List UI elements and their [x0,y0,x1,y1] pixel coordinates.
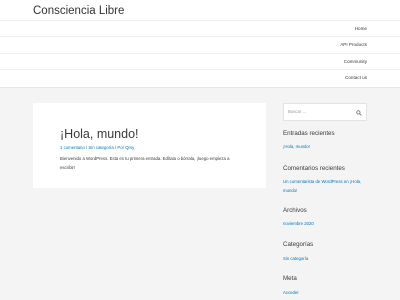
nav-community[interactable]: Community [344,59,367,64]
nav-home[interactable]: Home [355,26,367,31]
meta-login-link[interactable]: Acceder [283,289,299,298]
nav-divider [0,69,400,70]
post-article: ¡Hola, mundo! 1 comentario / Sin categor… [33,103,266,188]
nav-divider [0,20,400,21]
post-excerpt: Bienvenido a WordPress. Esta es tu prime… [60,156,230,170]
recent-posts-title: Entradas recientes [283,130,335,137]
post-title[interactable]: ¡Hola, mundo! [60,127,139,141]
post-meta[interactable]: 1 comentario / Sin categoría / Por Qrsy [60,145,134,150]
archives-title: Archivos [283,207,307,214]
search-input[interactable]: Buscar ... [288,109,306,114]
recent-post-link[interactable]: ¡Hola, mundo! [283,143,310,152]
recent-comments-title: Comentarios recientes [283,165,345,172]
categories-title: Categorías [283,241,314,248]
nav-divider [0,53,400,54]
search-box[interactable]: Buscar ... [283,103,367,121]
category-link[interactable]: Sin categoría [283,255,308,264]
meta-title: Meta [283,275,297,282]
site-header: Consciencia Libre Home API Products Comm… [0,0,400,88]
recent-comment-link[interactable]: Un comentarista de WordPress en ¡Hola, m… [283,178,367,195]
nav-contact-us[interactable]: Contact us [345,75,367,80]
search-icon[interactable] [356,110,362,116]
nav-api-products[interactable]: API Products [340,42,367,47]
nav-divider [0,36,400,37]
archive-link[interactable]: noviembre 2020 [283,220,314,229]
site-title[interactable]: Consciencia Libre [33,5,124,17]
